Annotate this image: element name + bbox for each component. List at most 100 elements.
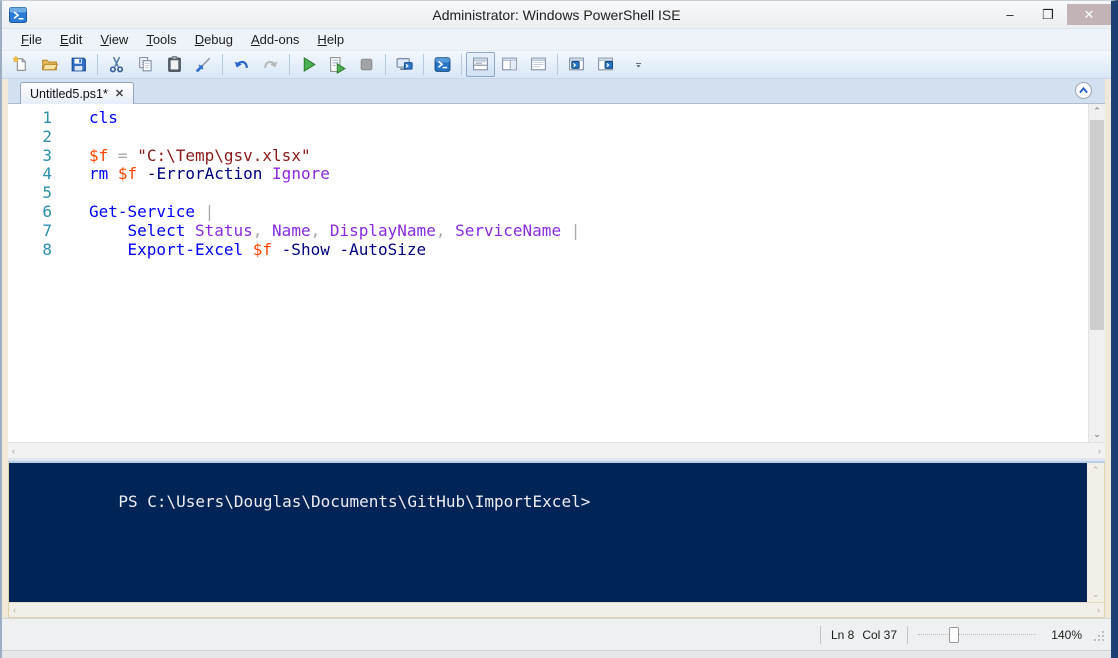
scroll-up-icon[interactable]: ⌃ [1089,104,1105,119]
toolbar-button-show-script-pane-maximized[interactable] [524,52,553,77]
toolbar-overflow-icon [632,58,645,71]
code-line[interactable] [89,184,99,203]
toolbar-button-copy[interactable] [131,52,160,77]
zoom-slider[interactable] [918,626,1036,644]
code-row: 2 [8,128,1088,147]
toolbar [2,50,1111,79]
line-number: 2 [8,128,52,147]
run-script-icon [299,55,318,74]
console-prompt: PS C:\Users\Douglas\Documents\GitHub\Imp… [118,492,590,511]
toolbar-button-new-powershell-tab[interactable] [562,52,591,77]
powershell-ise-window: Administrator: Windows PowerShell ISE – … [0,0,1118,658]
toolbar-button-powershell-window[interactable] [591,52,620,77]
scroll-left-icon[interactable]: ‹ [12,446,15,456]
code-row: 1 cls [8,109,1088,128]
toolbar-overflow-button[interactable] [624,52,653,77]
menu-addons[interactable]: Add-ons [242,30,308,49]
toolbar-button-new-script[interactable] [6,52,35,77]
title-bar: Administrator: Windows PowerShell ISE – … [2,1,1111,28]
scroll-down-icon[interactable]: ⌄ [1089,427,1105,442]
scroll-right-icon[interactable]: › [1098,446,1101,456]
workspace: Untitled5.ps1* ✕ 1cls2 3$f = "C:\Temp\gs… [2,79,1111,618]
console-vertical-scrollbar[interactable]: ⌃ ⌄ [1087,463,1104,602]
redo-icon [261,55,280,74]
menu-tools[interactable]: Tools [137,30,185,49]
line-number: 4 [8,165,52,184]
collapse-script-pane-icon[interactable] [1074,81,1093,100]
line-number: 7 [8,222,52,241]
resize-grip[interactable] [1092,629,1105,642]
save-script-icon [69,55,88,74]
line-number: 8 [8,241,52,260]
toolbar-button-start-powershell-exe[interactable] [428,52,457,77]
minimize-button[interactable]: – [991,4,1029,25]
close-button[interactable]: ✕ [1067,4,1111,25]
show-script-pane-maximized-icon [529,55,548,74]
toolbar-button-undo[interactable] [227,52,256,77]
toolbar-button-open-script[interactable] [35,52,64,77]
menu-file[interactable]: File [12,30,51,49]
script-tab-untitled5[interactable]: Untitled5.ps1* ✕ [20,82,134,104]
console-pane: PS C:\Users\Douglas\Documents\GitHub\Imp… [8,461,1105,618]
new-remote-powershell-tab-icon [395,55,414,74]
code-line[interactable]: $f = "C:\Temp\gsv.xlsx" [89,147,311,166]
new-powershell-tab-icon [567,55,586,74]
cursor-column-indicator: Col 37 [862,628,897,642]
script-tab-strip: Untitled5.ps1* ✕ [8,79,1105,104]
scroll-left-icon[interactable]: ‹ [13,605,16,615]
zoom-slider-thumb[interactable] [949,627,959,643]
open-script-icon [40,55,59,74]
cursor-line-indicator: Ln 8 [831,628,854,642]
code-area[interactable]: 1cls2 3$f = "C:\Temp\gsv.xlsx"4rm $f -Er… [8,104,1088,442]
copy-icon [136,55,155,74]
toolbar-button-run-selection[interactable] [323,52,352,77]
toolbar-button-show-script-pane-right[interactable] [495,52,524,77]
line-number: 1 [8,109,52,128]
code-line[interactable]: rm $f -ErrorAction Ignore [89,165,330,184]
toolbar-button-paste[interactable] [160,52,189,77]
toolbar-button-redo[interactable] [256,52,285,77]
menu-edit[interactable]: Edit [51,30,91,49]
code-line[interactable]: Export-Excel $f -Show -AutoSize [89,241,426,260]
undo-icon [232,55,251,74]
toolbar-separator [557,54,558,75]
menu-help[interactable]: Help [308,30,353,49]
code-row: 4 rm $f -ErrorAction Ignore [8,165,1088,184]
code-line[interactable]: cls [89,109,118,128]
toolbar-button-save-script[interactable] [64,52,93,77]
editor-horizontal-scrollbar[interactable]: ‹ › [8,442,1105,458]
maximize-button[interactable]: ❒ [1029,4,1067,25]
code-row: 5 [8,184,1088,203]
toolbar-separator [461,54,462,75]
statusbar-divider [820,626,821,644]
editor-vertical-scrollbar[interactable]: ⌃ ⌄ [1088,104,1105,442]
toolbar-button-stop-operation[interactable] [352,52,381,77]
toolbar-button-run-script[interactable] [294,52,323,77]
editor-scrollbar-thumb[interactable] [1090,120,1104,330]
toolbar-separator [289,54,290,75]
toolbar-button-new-remote-powershell-tab[interactable] [390,52,419,77]
powershell-window-icon [596,55,615,74]
code-line[interactable] [89,128,99,147]
show-script-pane-top-icon [471,55,490,74]
code-line[interactable]: Select Status, Name, DisplayName, Servic… [89,222,580,241]
status-bar: Ln 8 Col 37 140% [2,618,1111,650]
toolbar-button-clear-console-pane[interactable] [189,52,218,77]
scroll-down-icon[interactable]: ⌄ [1092,589,1100,600]
code-line[interactable]: Get-Service | [89,203,214,222]
window-title: Administrator: Windows PowerShell ISE [2,7,1111,23]
toolbar-separator [97,54,98,75]
console-horizontal-scrollbar[interactable]: ‹ › [9,602,1104,617]
toolbar-button-show-script-pane-top[interactable] [466,52,495,77]
code-row: 8 Export-Excel $f -Show -AutoSize [8,241,1088,260]
stop-operation-icon [357,55,376,74]
zoom-slider-track[interactable] [918,634,1036,635]
scroll-up-icon[interactable]: ⌃ [1092,465,1100,476]
scroll-right-icon[interactable]: › [1097,605,1100,615]
menu-debug[interactable]: Debug [186,30,242,49]
tab-close-icon[interactable]: ✕ [115,87,124,100]
toolbar-separator [385,54,386,75]
toolbar-button-cut[interactable] [102,52,131,77]
console-output[interactable]: PS C:\Users\Douglas\Documents\GitHub\Imp… [9,463,1087,602]
menu-view[interactable]: View [91,30,137,49]
